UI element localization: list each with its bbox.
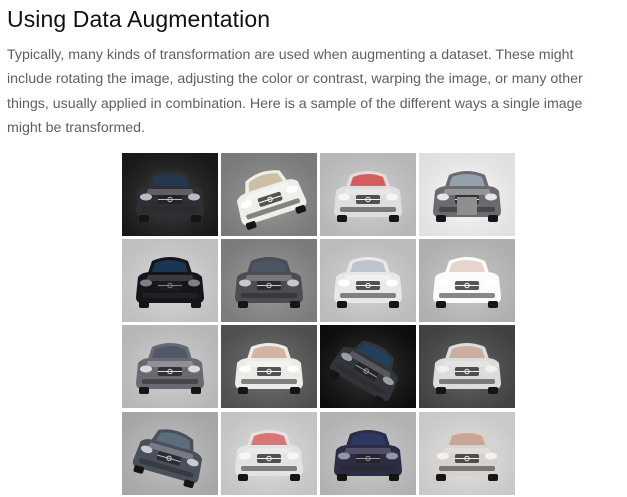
augmented-image-1 xyxy=(122,153,218,236)
augmented-image-4 xyxy=(419,153,515,236)
augmented-image-5 xyxy=(122,239,218,322)
augmented-image-2 xyxy=(221,153,317,236)
augmented-image-9 xyxy=(122,325,218,408)
augmented-image-13 xyxy=(122,412,218,495)
article-intro: Typically, many kinds of transformation … xyxy=(7,47,583,136)
augmented-image-8 xyxy=(419,239,515,322)
augmented-image-12 xyxy=(419,325,515,408)
augmented-image-3 xyxy=(320,153,416,236)
augmented-image-16 xyxy=(419,412,515,495)
augmented-image-11 xyxy=(320,325,416,408)
augmented-image-15 xyxy=(320,412,416,495)
augmentation-figure xyxy=(122,153,515,497)
augmented-image-14 xyxy=(221,412,317,495)
augmented-image-10 xyxy=(221,325,317,408)
article-heading: Using Data Augmentation xyxy=(7,6,271,32)
augmented-image-6 xyxy=(221,239,317,322)
augmented-image-7 xyxy=(320,239,416,322)
